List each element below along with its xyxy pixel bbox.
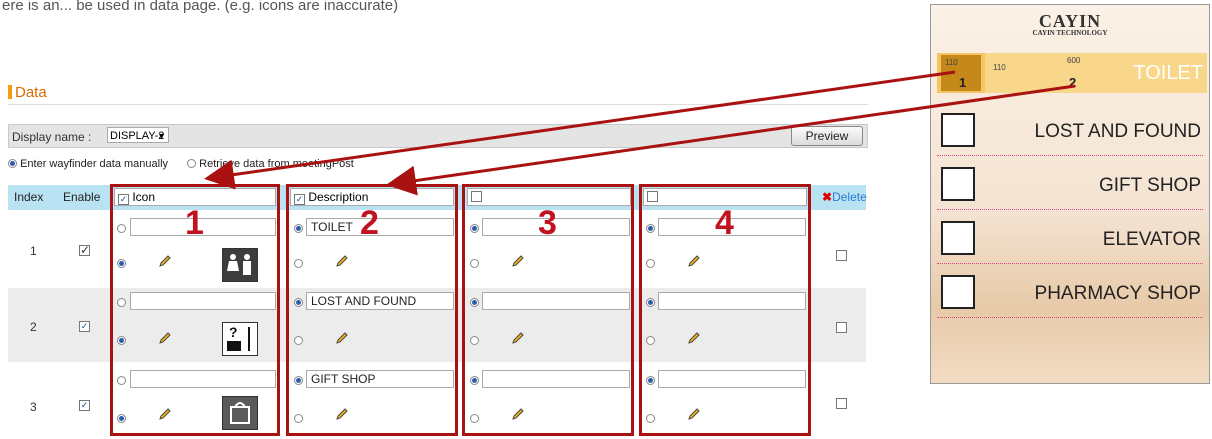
annotation-number-4: 4 <box>715 204 734 242</box>
logo-subtitle: CAYIN TECHNOLOGY <box>1032 29 1108 37</box>
enable-header: Enable <box>63 190 101 204</box>
row-index: 1 <box>30 244 37 258</box>
list-item: ELEVATOR <box>937 217 1203 264</box>
instruction-caption: ere is an... be used in data page. (e.g.… <box>2 0 399 14</box>
item-label: ELEVATOR <box>1102 229 1201 250</box>
preview-button[interactable]: Preview <box>791 126 863 146</box>
list-item: GIFT SHOP <box>937 163 1203 210</box>
delete-label: Delete <box>832 190 867 204</box>
manual-label: Enter wayfinder data manually <box>20 158 169 170</box>
list-item: LOST AND FOUND <box>937 109 1203 156</box>
wayfinder-preview-panel: CAYIN CAYIN TECHNOLOGY 110 110 600 1 2 T… <box>930 4 1210 384</box>
logo: CAYIN CAYIN TECHNOLOGY <box>931 11 1209 37</box>
scale-tick-label: 600 <box>1067 56 1081 65</box>
dropdown-arrow-icon: ▼ <box>157 131 166 141</box>
annotation-number-2: 2 <box>360 204 379 242</box>
display-name-select[interactable]: DISPLAY-2 ▼ <box>107 127 169 143</box>
section-title-label: Data <box>15 84 47 101</box>
row-index: 2 <box>30 320 37 334</box>
delete-icon: ✖ <box>822 190 833 204</box>
gift-shop-icon <box>941 167 975 201</box>
data-source-options: Enter wayfinder data manually Retrieve d… <box>8 158 354 170</box>
elevator-icon <box>941 221 975 255</box>
item-label: GIFT SHOP <box>1098 175 1201 196</box>
display-name-label: Display name : <box>12 130 92 144</box>
delete-link[interactable]: ✖Delete <box>822 190 867 204</box>
display-name-bar: Display name : DISPLAY-2 ▼ Preview <box>8 124 868 148</box>
column-number-1: 1 <box>959 75 967 90</box>
annotation-number-3: 3 <box>538 204 557 242</box>
scale-tick-label: 110 <box>945 58 958 67</box>
index-header: Index <box>14 190 44 204</box>
meetingpost-label: Retrieve data from meetingPost <box>199 158 354 170</box>
list-item: PHARMACY SHOP <box>937 271 1203 318</box>
pharmacy-icon <box>941 275 975 309</box>
enable-checkbox[interactable]: ✓ <box>79 244 90 256</box>
delete-checkbox[interactable] <box>836 322 847 333</box>
divider <box>8 104 868 105</box>
item-label: PHARMACY SHOP <box>1034 283 1201 304</box>
lost-and-found-icon <box>941 113 975 147</box>
item-label: LOST AND FOUND <box>1034 121 1201 142</box>
manual-radio[interactable] <box>8 159 17 168</box>
delete-checkbox[interactable] <box>836 398 847 409</box>
toilet-label: TOILET <box>1133 62 1203 84</box>
annotation-number-1: 1 <box>185 204 204 242</box>
column-number-2: 2 <box>1069 75 1077 90</box>
row-index: 3 <box>30 400 37 414</box>
enable-checkbox[interactable]: ✓ <box>79 321 90 332</box>
section-title: Data <box>8 84 47 101</box>
section-marker <box>8 85 12 99</box>
toilet-item-highlighted: 110 110 600 1 2 TOILET <box>937 53 1207 93</box>
delete-checkbox[interactable] <box>836 250 847 261</box>
scale-tick-label: 110 <box>993 63 1006 72</box>
enable-checkbox[interactable]: ✓ <box>79 400 90 411</box>
meetingpost-radio[interactable] <box>187 159 197 168</box>
